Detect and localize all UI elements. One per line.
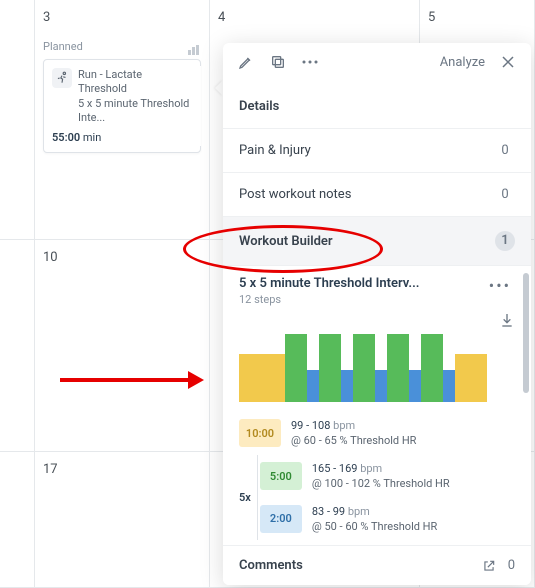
popover-header: Analyze <box>223 43 531 81</box>
section-comments[interactable]: Comments 0 <box>223 545 531 585</box>
step-duration-pill: 2:00 <box>260 505 302 533</box>
day-cell[interactable]: 4 <box>210 0 419 36</box>
step-rest[interactable]: 2:00 83 - 99 bpm @ 50 - 60 % Threshold H… <box>260 498 515 541</box>
step-work[interactable]: 5:00 165 - 169 bpm @ 100 - 102 % Thresho… <box>260 455 515 498</box>
day-cell[interactable]: 17 <box>35 452 209 488</box>
section-details[interactable]: Details <box>223 85 531 129</box>
step-duration-pill: 5:00 <box>260 462 302 490</box>
step-duration-pill: 10:00 <box>239 419 281 447</box>
intensity-chart <box>239 334 515 402</box>
step-info: 99 - 108 bpm @ 60 - 65 % Threshold HR <box>291 418 416 449</box>
builder-more-icon[interactable]: ••• <box>485 276 515 295</box>
day-cell[interactable]: 10 <box>35 240 209 276</box>
popover-pointer <box>215 80 223 96</box>
day-cell[interactable] <box>0 452 34 488</box>
scrollbar-thumb[interactable] <box>523 273 529 393</box>
edit-icon[interactable] <box>237 53 255 71</box>
day-cell[interactable] <box>0 0 34 36</box>
step-info: 83 - 99 bpm @ 50 - 60 % Threshold HR <box>312 504 437 535</box>
more-icon[interactable] <box>301 53 319 71</box>
section-workout-builder[interactable]: Workout Builder 1 <box>223 217 531 266</box>
workout-card[interactable]: Run - Lactate Threshold 5 x 5 minute Thr… <box>43 59 201 153</box>
workout-duration: 55:00 min <box>52 131 192 144</box>
day-cell[interactable] <box>0 240 34 276</box>
workout-builder-body: 5 x 5 minute Threshold Interv... 12 step… <box>223 266 531 540</box>
builder-title: 5 x 5 minute Threshold Interv... <box>239 276 419 291</box>
step-info: 165 - 169 bpm @ 100 - 102 % Threshold HR <box>312 461 450 492</box>
popover-body: Details Pain & Injury 0 Post workout not… <box>223 85 531 585</box>
day-cell[interactable]: 3 <box>35 0 209 36</box>
section-post-workout-notes[interactable]: Post workout notes 0 <box>223 173 531 217</box>
planned-header: Planned <box>35 36 209 53</box>
steps-list: 10:00 99 - 108 bpm @ 60 - 65 % Threshold… <box>239 412 515 540</box>
annotation-arrow <box>60 378 190 382</box>
bars-icon <box>187 42 201 52</box>
copy-icon[interactable] <box>269 53 287 71</box>
builder-steps-count: 12 steps <box>239 293 419 306</box>
calendar-col-1: 3 Planned Run - Lactate Threshold 5 x 5 … <box>35 0 210 588</box>
download-icon[interactable] <box>499 312 515 328</box>
annotation-arrow-head <box>188 371 204 389</box>
planned-label-text: Planned <box>43 40 83 53</box>
run-icon <box>52 68 72 88</box>
section-pain-injury[interactable]: Pain & Injury 0 <box>223 129 531 173</box>
calendar-col-0 <box>0 0 35 588</box>
workout-title: Run - Lactate Threshold 5 x 5 minute Thr… <box>78 68 192 125</box>
external-link-icon[interactable] <box>482 559 496 573</box>
workout-popover: Analyze Details Pain & Injury 0 Post wor… <box>223 43 531 585</box>
analyze-link[interactable]: Analyze <box>440 55 485 70</box>
day-cell[interactable]: 5 <box>420 0 534 36</box>
step-warmup[interactable]: 10:00 99 - 108 bpm @ 60 - 65 % Threshold… <box>239 412 515 455</box>
close-icon[interactable] <box>499 53 517 71</box>
repeat-block: 5x 5:00 165 - 169 bpm @ 100 - 102 % Thre… <box>239 455 515 541</box>
repeat-count: 5x <box>239 455 258 541</box>
